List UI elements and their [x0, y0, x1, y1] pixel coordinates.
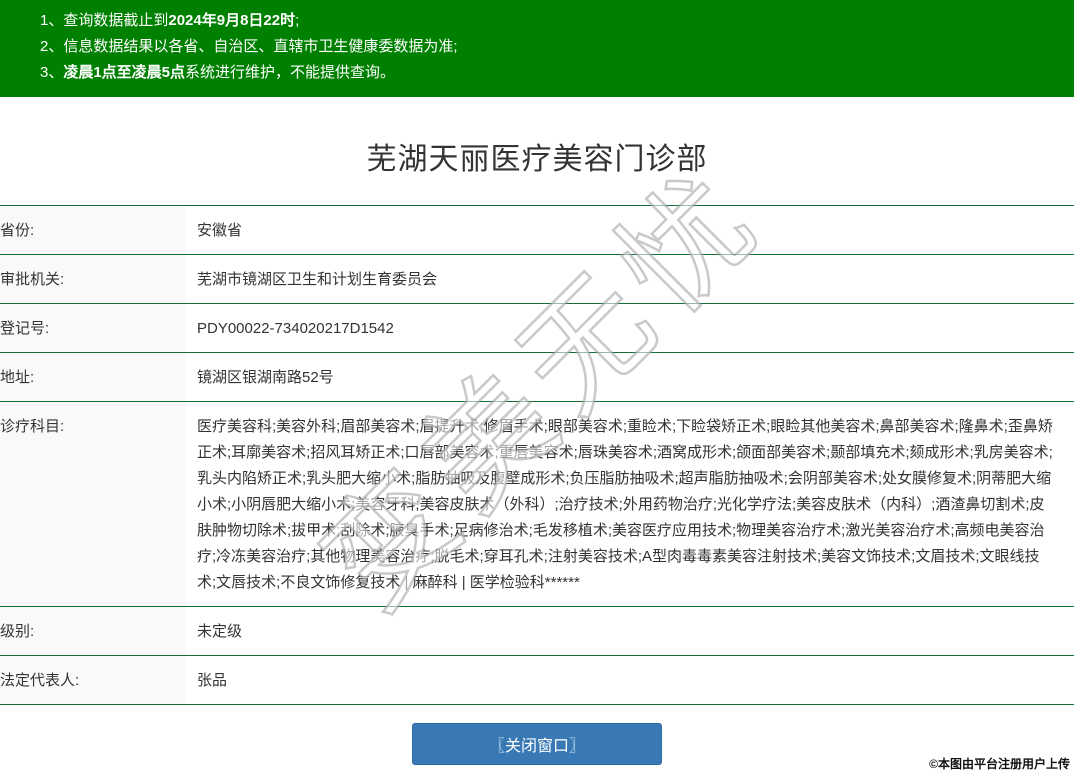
button-row: 〖关闭窗口〗 — [0, 723, 1074, 765]
row-label: 级别: — [0, 607, 185, 655]
notice-number: 1、 — [40, 12, 64, 29]
row-value: 镜湖区银湖南路52号 — [197, 369, 334, 386]
row-label: 地址: — [0, 353, 185, 401]
notice-text-bold: 凌晨1点至凌晨5点 — [63, 64, 186, 81]
page-title: 芜湖天丽医疗美容门诊部 — [366, 143, 708, 176]
notice-number: 3、 — [40, 64, 64, 81]
row-label: 法定代表人: — [0, 656, 185, 704]
notice-item-1: 1、查询数据截止到2024年9月8日22时; — [40, 8, 1062, 34]
row-label: 审批机关: — [0, 255, 185, 303]
notice-text-bold: 2024年9月8日22时 — [168, 12, 296, 29]
row-value: 未定级 — [197, 623, 243, 640]
row-value: 安徽省 — [197, 222, 243, 239]
row-value: 医疗美容科;美容外科;眉部美容术;眉提升术;修眉手术;眼部美容术;重睑术;下睑袋… — [197, 418, 1053, 591]
notice-text: 系统进行维护，不能提供查询。 — [185, 64, 396, 81]
notice-item-3: 3、凌晨1点至凌晨5点系统进行维护，不能提供查询。 — [40, 60, 1062, 86]
notice-text: 查询数据截止到 — [63, 12, 169, 29]
close-window-button[interactable]: 〖关闭窗口〗 — [412, 723, 662, 765]
notice-text: ; — [295, 12, 300, 29]
image-credit-note: ©本图由平台注册用户上传 — [929, 757, 1070, 771]
row-label: 诊疗科目: — [0, 402, 185, 606]
table-row-medical-services: 诊疗科目: 医疗美容科;美容外科;眉部美容术;眉提升术;修眉手术;眼部美容术;重… — [0, 402, 1074, 607]
table-row-province: 省份: 安徽省 — [0, 206, 1074, 255]
notice-text: 信息数据结果以各省、自治区、直辖市卫生健康委数据为准; — [63, 38, 458, 55]
row-value: 张品 — [197, 672, 228, 689]
table-row-legal-representative: 法定代表人: 张品 — [0, 656, 1074, 705]
row-value: 芜湖市镜湖区卫生和计划生育委员会 — [197, 271, 438, 288]
table-row-approval-authority: 审批机关: 芜湖市镜湖区卫生和计划生育委员会 — [0, 255, 1074, 304]
row-value: PDY00022-734020217D1542 — [197, 320, 394, 337]
detail-table: 省份: 安徽省 审批机关: 芜湖市镜湖区卫生和计划生育委员会 登记号: PDY0… — [0, 205, 1074, 705]
row-label: 登记号: — [0, 304, 185, 352]
table-row-level: 级别: 未定级 — [0, 607, 1074, 656]
notice-number: 2、 — [40, 38, 64, 55]
table-row-address: 地址: 镜湖区银湖南路52号 — [0, 353, 1074, 402]
row-label: 省份: — [0, 206, 185, 254]
notice-item-2: 2、信息数据结果以各省、自治区、直辖市卫生健康委数据为准; — [40, 34, 1062, 60]
notice-banner: 1、查询数据截止到2024年9月8日22时; 2、信息数据结果以各省、自治区、直… — [0, 0, 1074, 97]
table-row-registration-number: 登记号: PDY00022-734020217D1542 — [0, 304, 1074, 353]
